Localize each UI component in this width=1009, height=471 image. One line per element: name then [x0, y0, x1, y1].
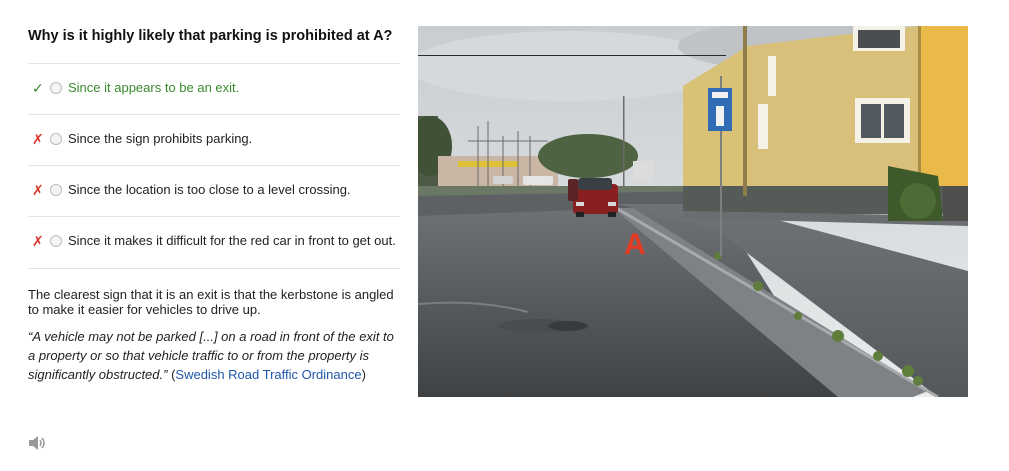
quote-close-paren: ): [361, 367, 366, 382]
answer-label-1: Since it appears to be an exit.: [68, 80, 240, 95]
answer-option-4[interactable]: ✗ Since it makes it difficult for the re…: [28, 217, 400, 269]
answer-radio-3[interactable]: [50, 184, 62, 196]
cross-icon: ✗: [32, 131, 44, 147]
answer-label-4: Since it makes it difficult for the red …: [68, 233, 396, 248]
cross-icon: ✗: [32, 233, 44, 249]
law-quote: “A vehicle may not be parked [...] on a …: [28, 327, 400, 384]
quiz-panel: Why is it highly likely that parking is …: [28, 27, 400, 384]
cross-icon: ✗: [32, 182, 44, 198]
answer-label-2: Since the sign prohibits parking.: [68, 131, 253, 146]
answer-option-2[interactable]: ✗ Since the sign prohibits parking.: [28, 115, 400, 166]
speaker-icon[interactable]: [28, 435, 46, 451]
source-link[interactable]: Swedish Road Traffic Ordinance: [175, 367, 361, 382]
location-marker-a: A: [624, 228, 646, 261]
answer-radio-2[interactable]: [50, 133, 62, 145]
explanation-text: The clearest sign that it is an exit is …: [28, 287, 394, 317]
answer-radio-1[interactable]: [50, 82, 62, 94]
street-photo: A: [418, 26, 968, 397]
answer-option-1[interactable]: ✓ Since it appears to be an exit.: [28, 64, 400, 115]
checkmark-icon: ✓: [32, 80, 44, 96]
answer-radio-4[interactable]: [50, 235, 62, 247]
answer-option-3[interactable]: ✗ Since the location is too close to a l…: [28, 166, 400, 217]
answer-list: ✓ Since it appears to be an exit. ✗ Sinc…: [28, 63, 400, 269]
question-text: Why is it highly likely that parking is …: [28, 28, 393, 44]
answer-label-3: Since the location is too close to a lev…: [68, 182, 351, 197]
